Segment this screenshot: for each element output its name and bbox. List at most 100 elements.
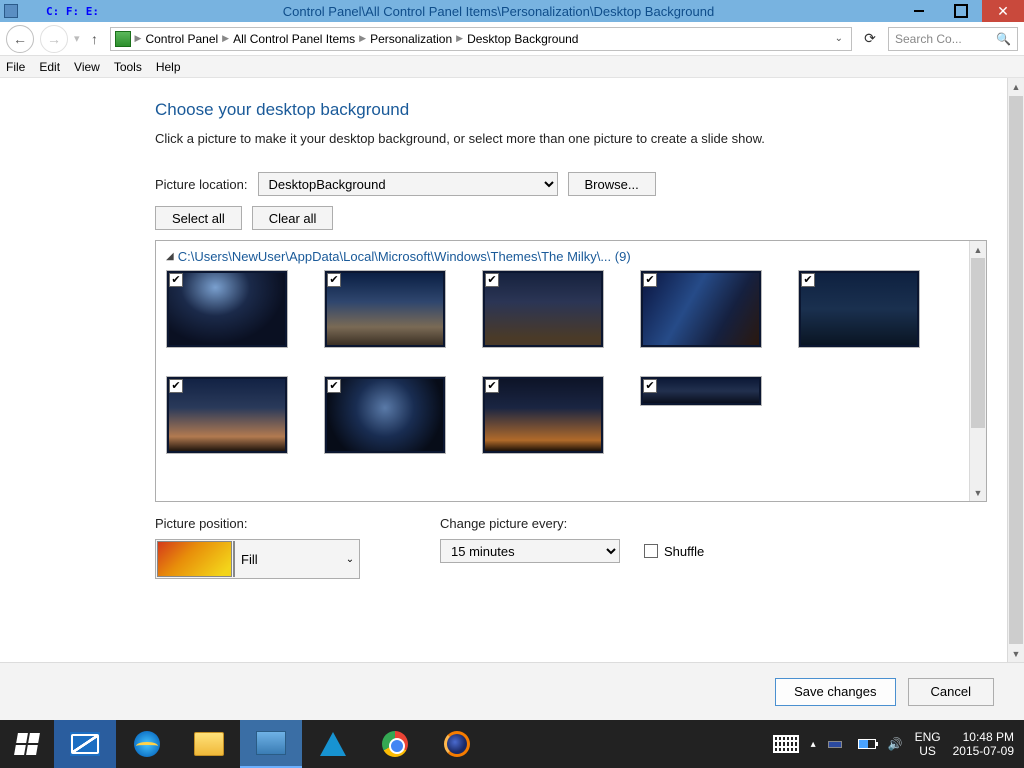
taskbar-app-chrome[interactable] <box>364 720 426 768</box>
menu-help[interactable]: Help <box>156 60 181 74</box>
wallpaper-thumbnail[interactable]: ✔ <box>482 376 604 454</box>
browse-button[interactable]: Browse... <box>568 172 656 196</box>
save-changes-button[interactable]: Save changes <box>775 678 895 706</box>
picture-location-label: Picture location: <box>155 177 248 192</box>
titlebar-pager: C: F: E: <box>46 5 99 18</box>
navigation-bar: ← → ▾ ↑ ▶ Control Panel ▶ All Control Pa… <box>0 22 1024 56</box>
thumbnail-checkbox[interactable]: ✔ <box>169 379 183 393</box>
back-button[interactable]: ← <box>6 25 34 53</box>
flag-icon[interactable] <box>828 737 846 751</box>
control-panel-icon <box>115 31 131 47</box>
change-interval-select[interactable]: 15 minutes <box>440 539 620 563</box>
wallpaper-thumbnail[interactable]: ✔ <box>166 270 288 348</box>
up-button[interactable]: ↑ <box>86 31 104 47</box>
picture-position-select[interactable]: Fill ⌄ <box>155 539 360 579</box>
content-area: Choose your desktop background Click a p… <box>0 78 1007 662</box>
history-dropdown-icon[interactable]: ▾ <box>74 32 80 45</box>
thumbnail-checkbox[interactable]: ✔ <box>801 273 815 287</box>
menu-file[interactable]: File <box>6 60 25 74</box>
taskbar-app-firefox[interactable] <box>426 720 488 768</box>
wallpaper-thumbnail[interactable]: ✔ <box>166 376 288 454</box>
search-placeholder: Search Co... <box>895 32 962 46</box>
menu-edit[interactable]: Edit <box>39 60 60 74</box>
taskbar-app-control-panel[interactable] <box>240 720 302 768</box>
wallpaper-thumbnail[interactable]: ✔ <box>798 270 920 348</box>
footer-bar: Save changes Cancel <box>0 662 1024 720</box>
thumbnail-checkbox[interactable]: ✔ <box>485 273 499 287</box>
wallpaper-thumbnail[interactable]: ✔ <box>640 376 762 406</box>
forward-button: → <box>40 25 68 53</box>
chevron-down-icon: ⌄ <box>341 554 359 565</box>
thumbnail-checkbox[interactable]: ✔ <box>643 273 657 287</box>
battery-icon[interactable] <box>858 739 876 749</box>
select-all-button[interactable]: Select all <box>155 206 242 230</box>
refresh-button[interactable]: ⟳ <box>858 27 882 51</box>
taskbar-app-explorer[interactable] <box>178 720 240 768</box>
cancel-button[interactable]: Cancel <box>908 678 994 706</box>
thumbnail-checkbox[interactable]: ✔ <box>169 273 183 287</box>
scroll-down-icon[interactable]: ▼ <box>1008 645 1024 662</box>
taskbar: ▴ 🔊 ENG US 10:48 PM 2015-07-09 <box>0 720 1024 768</box>
collapse-caret-icon[interactable]: ◢ <box>166 251 174 262</box>
taskbar-app-arch[interactable] <box>302 720 364 768</box>
scroll-down-icon[interactable]: ▼ <box>970 484 986 501</box>
close-button[interactable] <box>982 0 1024 22</box>
picture-position-label: Picture position: <box>155 516 360 531</box>
app-icon <box>4 4 18 18</box>
wallpaper-thumbnail[interactable]: ✔ <box>640 270 762 348</box>
chevron-right-icon[interactable]: ▶ <box>359 33 366 44</box>
scroll-up-icon[interactable]: ▲ <box>1008 78 1024 95</box>
wallpaper-thumbnail[interactable]: ✔ <box>324 270 446 348</box>
group-path: C:\Users\NewUser\AppData\Local\Microsoft… <box>178 249 631 264</box>
clear-all-button[interactable]: Clear all <box>252 206 334 230</box>
taskbar-app-ie[interactable] <box>116 720 178 768</box>
minimize-button[interactable] <box>898 0 940 22</box>
menu-view[interactable]: View <box>74 60 100 74</box>
clock[interactable]: 10:48 PM 2015-07-09 <box>953 730 1014 759</box>
thumbnail-checkbox[interactable]: ✔ <box>643 379 657 393</box>
maximize-button[interactable] <box>940 0 982 22</box>
breadcrumb-all-items[interactable]: All Control Panel Items <box>233 32 355 46</box>
wallpaper-thumbnail[interactable]: ✔ <box>482 270 604 348</box>
address-dropdown-icon[interactable]: ⌄ <box>831 33 847 44</box>
thumbnail-checkbox[interactable]: ✔ <box>327 273 341 287</box>
window-title: Control Panel\All Control Panel Items\Pe… <box>99 4 898 19</box>
wallpaper-thumbnail[interactable]: ✔ <box>324 376 446 454</box>
breadcrumb-control-panel[interactable]: Control Panel <box>145 32 218 46</box>
address-bar[interactable]: ▶ Control Panel ▶ All Control Panel Item… <box>110 27 852 51</box>
scroll-thumb[interactable] <box>971 258 985 428</box>
volume-icon[interactable]: 🔊 <box>888 737 903 751</box>
search-input[interactable]: Search Co... 🔍 <box>888 27 1018 51</box>
picture-location-select[interactable]: DesktopBackground <box>258 172 558 196</box>
shuffle-label: Shuffle <box>664 544 704 559</box>
start-button[interactable] <box>0 720 54 768</box>
system-tray: ▴ 🔊 ENG US 10:48 PM 2015-07-09 <box>763 720 1024 768</box>
page-title: Choose your desktop background <box>155 100 987 120</box>
language-indicator[interactable]: ENG US <box>915 730 941 759</box>
group-header[interactable]: ◢ C:\Users\NewUser\AppData\Local\Microso… <box>166 249 965 264</box>
breadcrumb-personalization[interactable]: Personalization <box>370 32 452 46</box>
shuffle-checkbox[interactable] <box>644 544 658 558</box>
chevron-right-icon[interactable]: ▶ <box>222 33 229 44</box>
breadcrumb-desktop-background[interactable]: Desktop Background <box>467 32 578 46</box>
picture-position-value: Fill <box>235 552 341 567</box>
thumbnail-checkbox[interactable]: ✔ <box>327 379 341 393</box>
change-picture-label: Change picture every: <box>440 516 704 531</box>
scroll-thumb[interactable] <box>1009 96 1023 644</box>
scroll-up-icon[interactable]: ▲ <box>970 241 986 258</box>
keyboard-icon[interactable] <box>773 735 799 753</box>
thumbnail-scrollbar[interactable]: ▲ ▼ <box>969 241 986 501</box>
thumbnail-checkbox[interactable]: ✔ <box>485 379 499 393</box>
taskbar-app-mail[interactable] <box>54 720 116 768</box>
chevron-right-icon[interactable]: ▶ <box>135 33 142 44</box>
position-preview-icon <box>157 541 232 577</box>
menu-tools[interactable]: Tools <box>114 60 142 74</box>
window-titlebar: C: F: E: Control Panel\All Control Panel… <box>0 0 1024 22</box>
page-description: Click a picture to make it your desktop … <box>155 130 855 148</box>
chevron-right-icon[interactable]: ▶ <box>456 33 463 44</box>
menu-bar: File Edit View Tools Help <box>0 56 1024 78</box>
page-scrollbar[interactable]: ▲ ▼ <box>1007 78 1024 662</box>
search-icon: 🔍 <box>996 32 1011 46</box>
thumbnail-list: ◢ C:\Users\NewUser\AppData\Local\Microso… <box>155 240 987 502</box>
tray-overflow-icon[interactable]: ▴ <box>811 739 816 750</box>
